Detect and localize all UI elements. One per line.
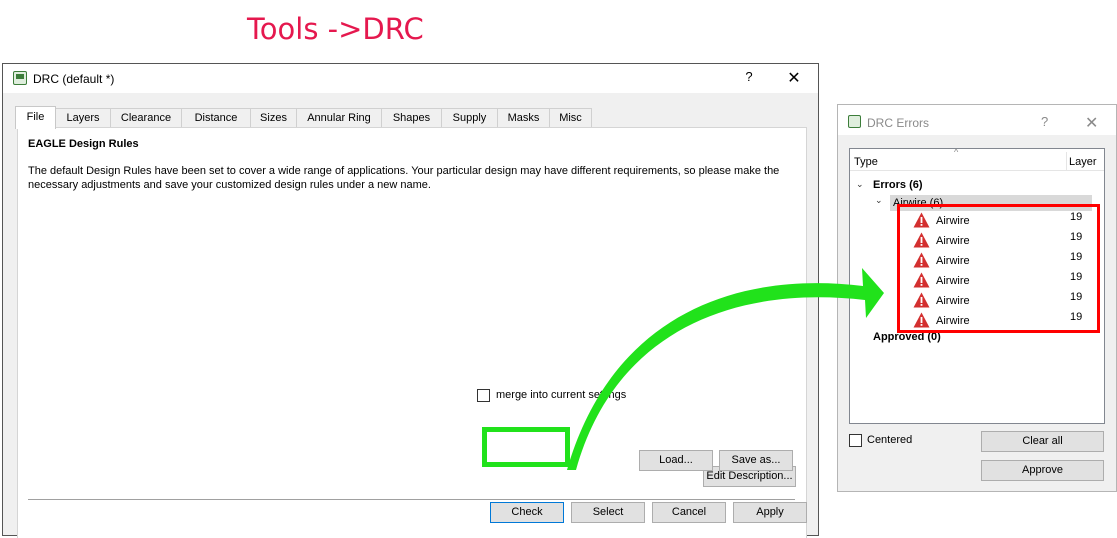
tab-file[interactable]: File <box>15 106 56 129</box>
annotation-arrow-icon <box>567 268 884 470</box>
